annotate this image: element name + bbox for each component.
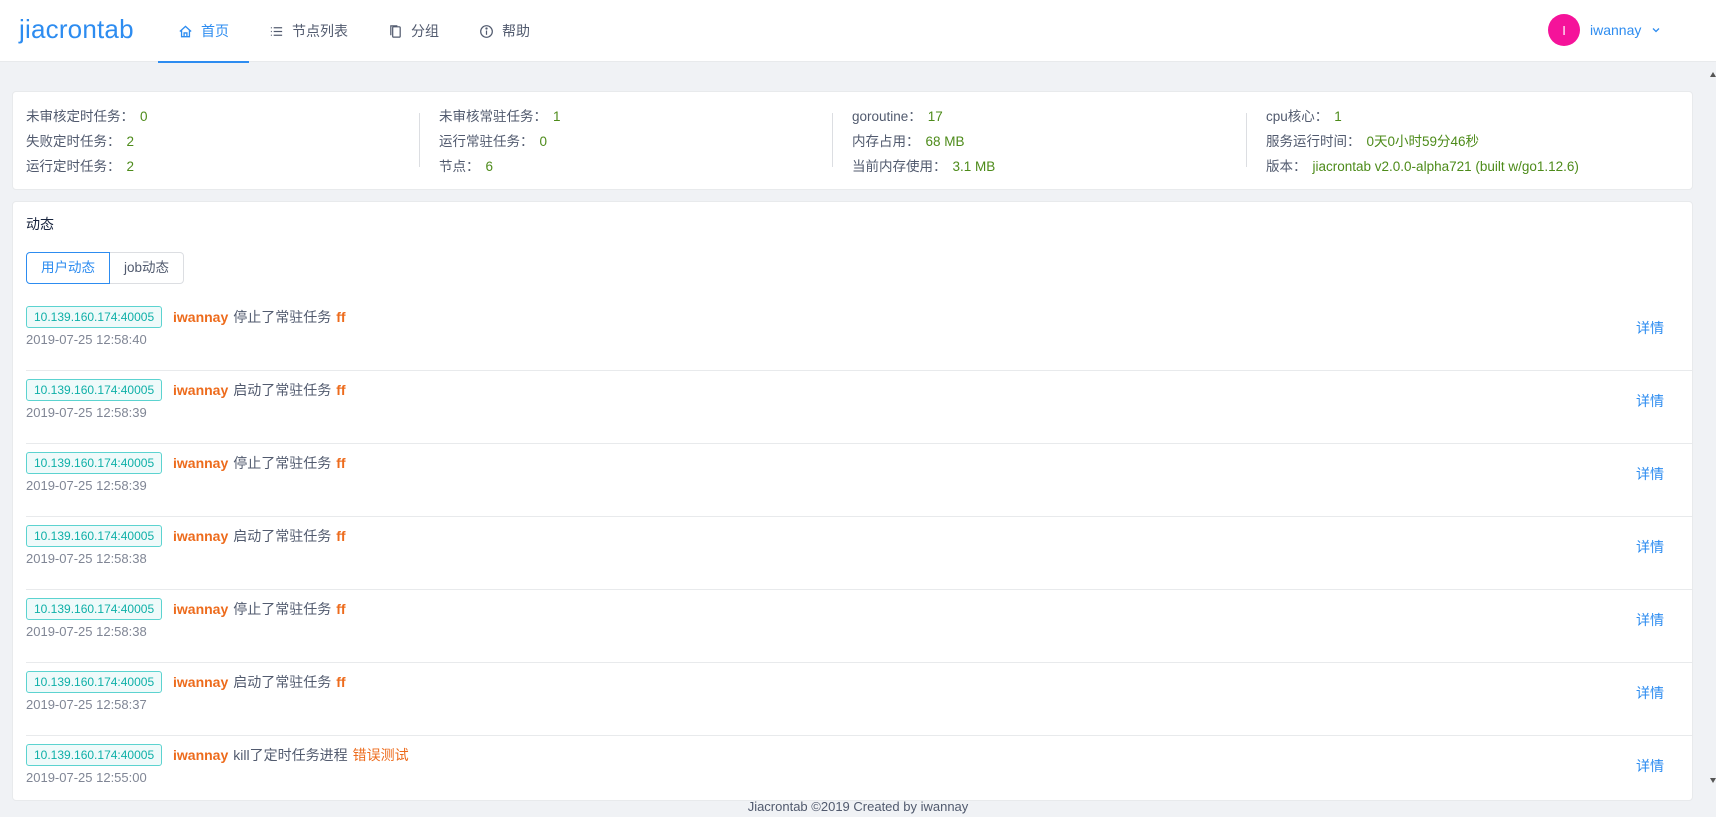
stats-column-system: cpu核心： 1 服务运行时间： 0天0小时59分46秒 版本： jiacrontab… [1266, 104, 1666, 179]
activity-card: 动态 用户动态 job动态 10.139.160.174:40005 iwann… [12, 201, 1693, 801]
node-address-tag: 10.139.160.174:40005 [26, 744, 163, 766]
detail-link[interactable]: 详情 [1636, 537, 1664, 557]
node-address-tag: 10.139.160.174:40005 [26, 598, 163, 620]
detail-link[interactable]: 详情 [1636, 318, 1664, 338]
activity-message: iwannay 启动了常驻任务 ff [173, 528, 346, 544]
list-item: 10.139.160.174:40005 iwannay 启动了常驻任务 ff 20… [26, 517, 1692, 590]
list-item: 10.139.160.174:40005 iwannay 停止了常驻任务 ff 20… [26, 444, 1692, 517]
list-item: 10.139.160.174:40005 iwannay 停止了常驻任务 ff 20… [26, 298, 1692, 371]
activity-time: 2019-07-25 12:58:37 [26, 697, 147, 712]
activity-time: 2019-07-25 12:58:39 [26, 405, 147, 420]
tab-user-activity[interactable]: 用户动态 [26, 252, 110, 284]
home-icon [179, 24, 192, 37]
activity-time: 2019-07-25 12:58:38 [26, 551, 147, 566]
nav-label: 帮助 [502, 23, 530, 39]
scroll-down-arrow[interactable] [1710, 778, 1716, 783]
stat-nodes: 节点： 6 [439, 159, 494, 174]
tab-job-activity[interactable]: job动态 [109, 252, 185, 284]
info-icon [480, 24, 493, 38]
avatar: I [1548, 14, 1580, 46]
activity-tabs: 用户动态 job动态 [26, 252, 185, 284]
footer: Jiacrontab ©2019 Created by iwannay [747, 799, 969, 814]
stats-column-runtime: goroutine： 17 内存占用： 68 MB 当前内存使用： 3.1 MB [852, 104, 1252, 179]
list-item: 10.139.160.174:40005 iwannay kill了定时任务进程错… [26, 736, 1692, 800]
stats-card: 未审核定时任务： 0 失败定时任务： 2 运行定时任务： 2 未审核常驻任务： 1 运行… [12, 91, 1693, 190]
node-address-tag: 10.139.160.174:40005 [26, 379, 163, 401]
activity-message: iwannay 停止了常驻任务 ff [173, 455, 346, 471]
stat-uptime: 服务运行时间： 0天0小时59分46秒 [1266, 134, 1480, 149]
copy-icon [390, 24, 401, 38]
stat-memory-used: 内存占用： 68 MB [852, 134, 965, 149]
detail-link[interactable]: 详情 [1636, 610, 1664, 630]
stat-unreviewed-daemon: 未审核常驻任务： 1 [439, 109, 561, 124]
list-icon [270, 26, 283, 36]
nav-item-help[interactable]: 帮助 [459, 0, 550, 62]
stats-column-daemon: 未审核常驻任务： 1 运行常驻任务： 0 节点： 6 [439, 104, 839, 179]
activity-time: 2019-07-25 12:58:39 [26, 478, 147, 493]
app-logo[interactable]: jiacrontab [19, 14, 134, 45]
node-address-tag: 10.139.160.174:40005 [26, 671, 163, 693]
activity-list: 10.139.160.174:40005 iwannay 停止了常驻任务 ff 20… [26, 298, 1692, 800]
list-item: 10.139.160.174:40005 iwannay 停止了常驻任务 ff 20… [26, 590, 1692, 663]
stat-running-daemon: 运行常驻任务： 0 [439, 134, 548, 149]
nav-item-node-list[interactable]: 节点列表 [249, 0, 368, 62]
stat-unreviewed-cron: 未审核定时任务： 0 [26, 109, 148, 124]
nav-label: 首页 [201, 23, 229, 39]
top-header: jiacrontab 首页 节点列表 分组 帮助 I iwannay [0, 0, 1716, 63]
activity-message: iwannay 启动了常驻任务 ff [173, 382, 346, 398]
activity-time: 2019-07-25 12:58:38 [26, 624, 147, 639]
stat-version: 版本： jiacrontab v2.0.0-alpha721 (built w/g… [1266, 159, 1579, 174]
node-address-tag: 10.139.160.174:40005 [26, 452, 163, 474]
detail-link[interactable]: 详情 [1636, 464, 1664, 484]
stat-current-memory: 当前内存使用： 3.1 MB [852, 159, 996, 174]
chevron-down-icon [1652, 28, 1660, 33]
activity-message: iwannay kill了定时任务进程 错误测试 [173, 747, 409, 763]
detail-link[interactable]: 详情 [1636, 683, 1664, 703]
stat-running-cron: 运行定时任务： 2 [26, 159, 135, 174]
scroll-up-arrow[interactable] [1710, 72, 1716, 77]
nav-item-home[interactable]: 首页 [158, 0, 249, 63]
stats-column-cron: 未审核定时任务： 0 失败定时任务： 2 运行定时任务： 2 [26, 104, 426, 179]
stat-divider [419, 113, 420, 167]
user-name: iwannay [1590, 22, 1642, 38]
node-address-tag: 10.139.160.174:40005 [26, 306, 163, 328]
activity-title: 动态 [26, 216, 54, 232]
stat-cpu-cores: cpu核心： 1 [1266, 109, 1342, 124]
scrollbar-thumb[interactable] [1708, 80, 1716, 770]
stat-failed-cron: 失败定时任务： 2 [26, 134, 135, 149]
nav-item-group[interactable]: 分组 [368, 0, 459, 62]
activity-message: iwannay 停止了常驻任务 ff [173, 309, 346, 325]
nav-label: 节点列表 [292, 23, 348, 39]
detail-link[interactable]: 详情 [1636, 756, 1664, 776]
activity-message: iwannay 停止了常驻任务 ff [173, 601, 346, 617]
activity-message: iwannay 启动了常驻任务 ff [173, 674, 346, 690]
list-item: 10.139.160.174:40005 iwannay 启动了常驻任务 ff 20… [26, 371, 1692, 444]
nav-label: 分组 [411, 23, 439, 39]
node-address-tag: 10.139.160.174:40005 [26, 525, 163, 547]
main-nav: 首页 节点列表 分组 帮助 [158, 0, 550, 63]
user-menu[interactable]: I iwannay [1548, 14, 1661, 46]
list-item: 10.139.160.174:40005 iwannay 启动了常驻任务 ff 20… [26, 663, 1692, 736]
stat-goroutine: goroutine： 17 [852, 109, 943, 124]
activity-time: 2019-07-25 12:58:40 [26, 332, 147, 347]
detail-link[interactable]: 详情 [1636, 391, 1664, 411]
stat-divider [1246, 113, 1247, 167]
stat-divider [832, 113, 833, 167]
vertical-scrollbar[interactable] [1708, 72, 1716, 784]
activity-time: 2019-07-25 12:55:00 [26, 770, 147, 785]
